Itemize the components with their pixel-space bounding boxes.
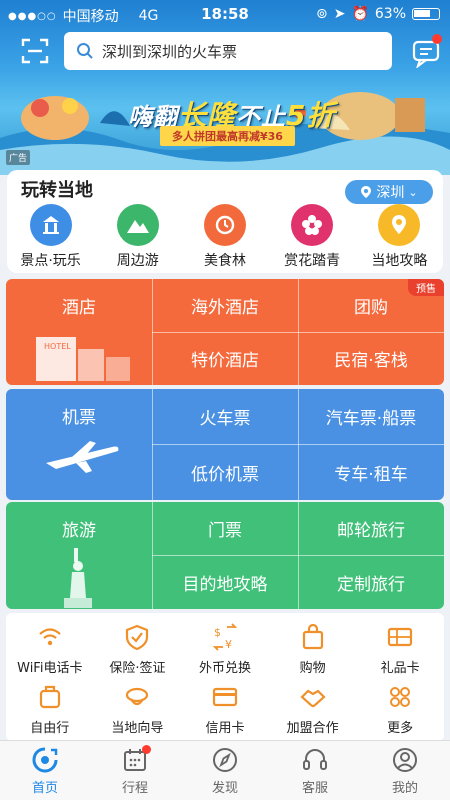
train-ticket-button[interactable]: 火车票 [152,389,298,444]
discount-hotel-button[interactable]: 特价酒店 [152,332,298,385]
service-currency[interactable]: $ ¥ 外币兑换 [181,623,269,676]
attraction-icon [29,204,72,246]
flight-section: 机票 火车票 汽车票·船票 低价机票 专车·租车 [6,389,444,500]
local-title: 玩转当地 [21,180,93,201]
battery-percent: 63% [374,6,406,22]
flower-icon [291,204,334,246]
service-shopping[interactable]: 购物 [269,623,357,676]
guide-icon [126,687,149,706]
ad-tag: 广告 [6,150,31,165]
headset-icon [303,749,327,770]
bottom-tab-bar: 首页 行程 发现 客服 我的 [0,740,450,800]
hotel-section: 酒店 HOTEL 海外酒店 团购 特价酒店 民宿·客栈 预售 [6,279,444,385]
lock-rotation-icon: ⊚ [315,6,328,22]
service-free-travel[interactable]: 自由行 [6,683,94,736]
svg-text:$: $ [214,626,221,639]
tickets-button[interactable]: 门票 [152,502,298,555]
user-icon [393,748,417,772]
local-item-food[interactable]: 美食林 [182,204,268,270]
compass-icon [213,748,237,772]
tab-home[interactable]: 首页 [0,741,90,800]
message-button[interactable] [410,34,442,69]
status-bar: ●●●○○ 中国移动 4G 18:58 ⊚ ➤ ⏰ 63% [0,0,450,28]
battery-icon [412,8,440,20]
service-wifi[interactable]: WiFi电话卡 [6,623,94,676]
shopping-bag-icon [302,623,323,650]
suitcase-icon [39,685,60,709]
more-icon [390,687,411,707]
home-icon [32,747,58,773]
local-item-attractions[interactable]: 景点·玩乐 [8,204,94,270]
handshake-icon [299,689,326,708]
banner-subtitle: 多人拼团最高再减¥36 [160,126,295,146]
trips-badge-dot [142,745,151,754]
mountain-icon [116,204,159,246]
services-section: WiFi电话卡 保险·签证 $ ¥ 外币兑换 购物 礼品卡 自由行 当地向导 信… [6,613,444,741]
tab-discover[interactable]: 发现 [180,741,270,800]
hotel-title: 酒店 [62,298,96,318]
service-local-guide[interactable]: 当地向导 [94,683,182,736]
presale-badge: 预售 [408,279,444,296]
car-rental-button[interactable]: 专车·租车 [298,444,444,500]
city-selector[interactable]: 深圳 ⌄ [345,180,433,204]
search-icon [77,43,93,59]
svg-text:HOTEL: HOTEL [44,342,71,351]
chevron-down-icon: ⌄ [408,185,418,199]
local-section: 玩转当地 深圳 ⌄ 景点·玩乐 周边游 美食林 赏花踏青 当地攻略 [7,170,443,273]
travel-main-button[interactable]: 旅游 [6,502,152,609]
alarm-icon: ⏰ [351,6,369,22]
gift-card-icon [388,627,413,647]
flight-title: 机票 [62,408,96,428]
statue-of-liberty-icon [64,548,92,608]
service-partnership[interactable]: 加盟合作 [269,683,357,736]
wifi-icon [39,628,61,646]
tab-support[interactable]: 客服 [270,741,360,800]
location-pin-icon [361,186,372,198]
destination-guide-button[interactable]: 目的地攻略 [152,555,298,609]
service-credit-card[interactable]: 信用卡 [181,683,269,736]
city-label: 深圳 [376,185,405,201]
overseas-hotel-button[interactable]: 海外酒店 [152,279,298,332]
local-item-nearby[interactable]: 周边游 [95,204,181,270]
travel-title: 旅游 [62,521,96,541]
local-item-flowers[interactable]: 赏花踏青 [269,204,355,270]
currency-exchange-icon: $ ¥ [212,623,238,651]
travel-section: 旅游 门票 邮轮旅行 目的地攻略 定制旅行 [6,502,444,609]
service-more[interactable]: 更多 [356,683,444,736]
local-item-guide[interactable]: 当地攻略 [356,204,442,270]
service-insurance-visa[interactable]: 保险·签证 [94,623,182,676]
shield-icon [126,624,149,651]
header-banner: ●●●○○ 中国移动 4G 18:58 ⊚ ➤ ⏰ 63% 深圳到深圳的火车票 [0,0,450,175]
food-icon [203,204,246,246]
search-input[interactable]: 深圳到深圳的火车票 [64,32,392,70]
scan-icon[interactable] [20,36,50,66]
cruise-button[interactable]: 邮轮旅行 [298,502,444,555]
search-placeholder: 深圳到深圳的火车票 [102,42,238,61]
bus-ship-ticket-button[interactable]: 汽车票·船票 [298,389,444,444]
svg-text:¥: ¥ [225,638,232,651]
location-guide-icon [378,204,421,246]
location-arrow-icon: ➤ [333,6,346,22]
hotel-main-button[interactable]: 酒店 HOTEL [6,279,152,385]
credit-card-icon [212,687,238,707]
tab-profile[interactable]: 我的 [360,741,450,800]
custom-travel-button[interactable]: 定制旅行 [298,555,444,609]
airplane-icon [46,441,119,473]
unread-dot [432,34,442,44]
service-gift-card[interactable]: 礼品卡 [356,623,444,676]
homestay-button[interactable]: 民宿·客栈 [298,332,444,385]
hotel-building-icon: HOTEL [36,337,130,381]
tab-trips[interactable]: 行程 [90,741,180,800]
flight-main-button[interactable]: 机票 [6,389,152,500]
cheap-flight-button[interactable]: 低价机票 [152,444,298,500]
